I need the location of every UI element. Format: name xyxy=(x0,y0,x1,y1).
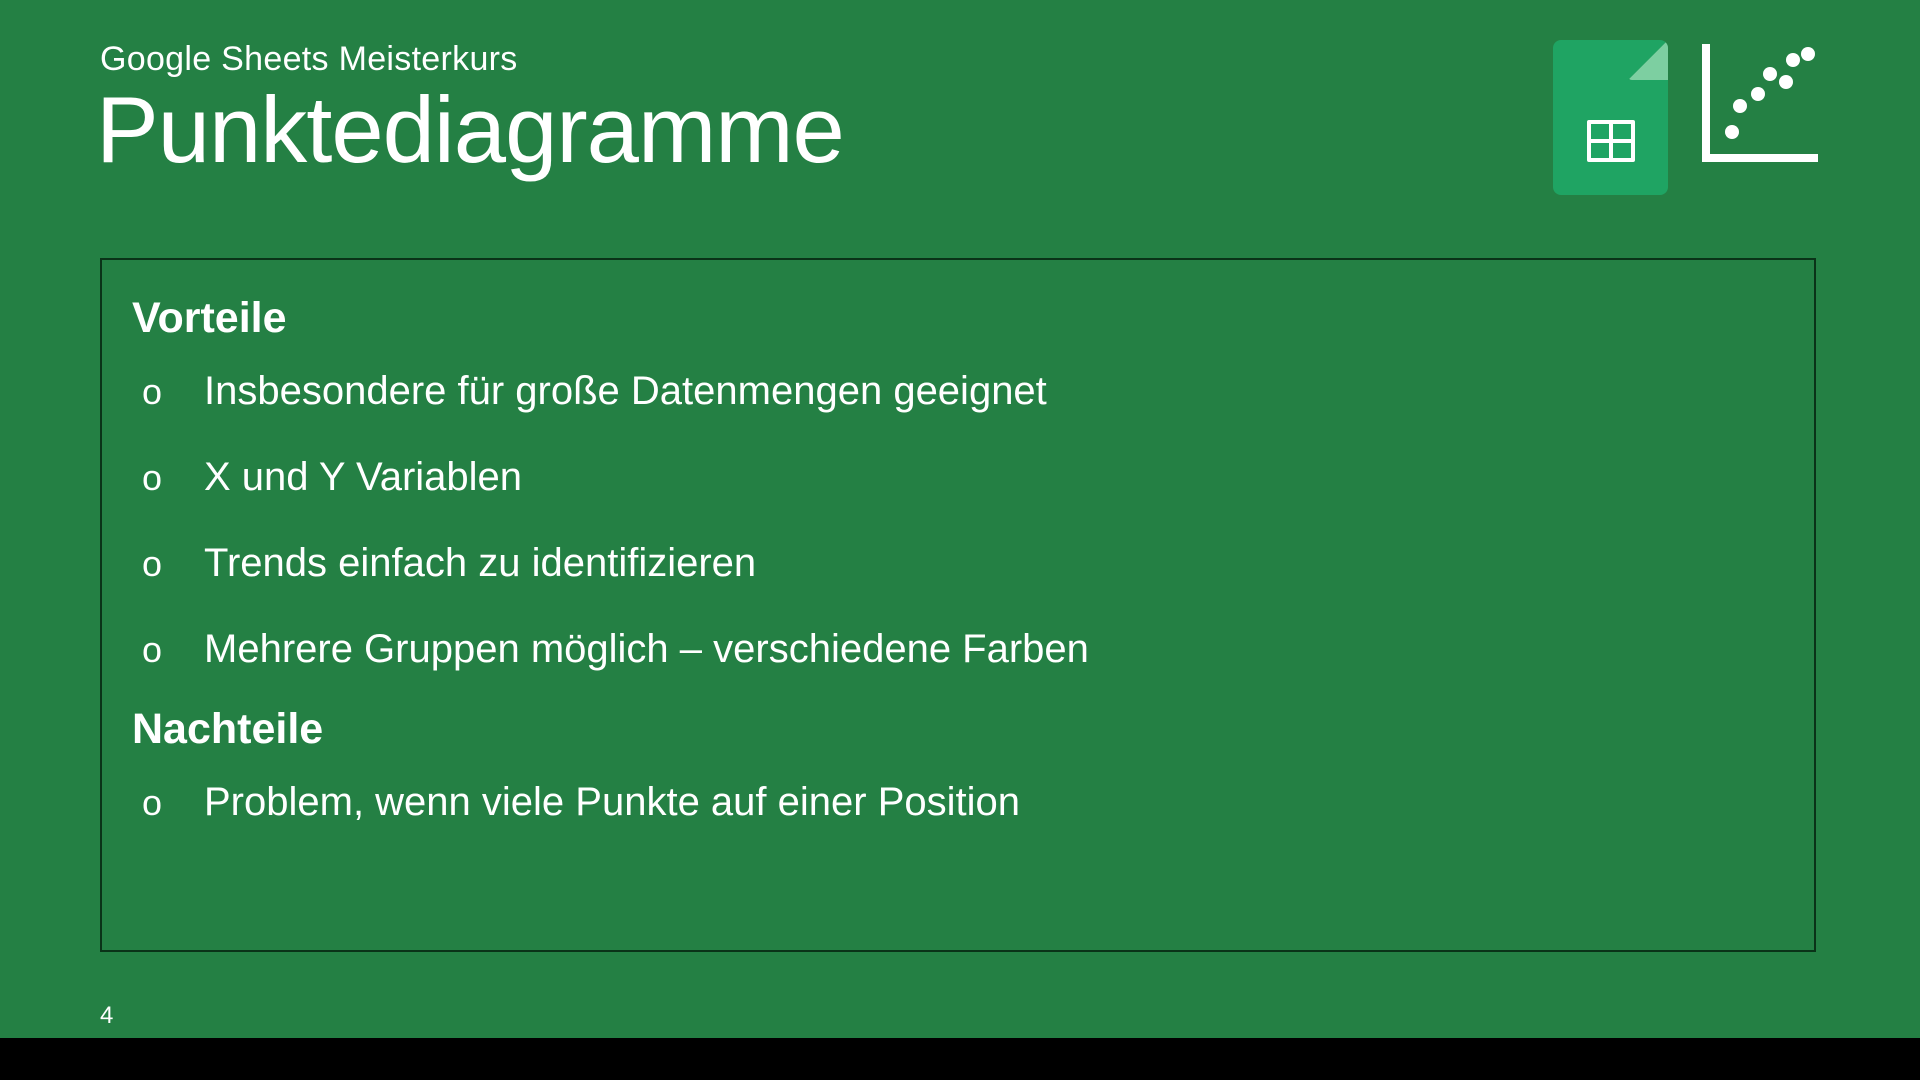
google-sheets-icon xyxy=(1553,40,1668,195)
grid-icon xyxy=(1587,120,1635,162)
content-box: Vorteile oInsbesondere für große Datenme… xyxy=(100,258,1816,952)
list-item-text: Problem, wenn viele Punkte auf einer Pos… xyxy=(204,780,1020,824)
slide-title: Punktediagramme xyxy=(96,76,844,184)
list-item: oInsbesondere für große Datenmengen geei… xyxy=(132,369,1784,413)
icon-group xyxy=(1553,40,1818,195)
list-item: oMehrere Gruppen möglich – verschiedene … xyxy=(132,627,1784,671)
bullet-marker: o xyxy=(142,372,204,412)
page-fold xyxy=(1628,40,1668,80)
bullet-marker: o xyxy=(142,458,204,498)
list-item: oTrends einfach zu identifizieren xyxy=(132,541,1784,585)
list-item: oProblem, wenn viele Punkte auf einer Po… xyxy=(132,780,1784,824)
bullet-marker: o xyxy=(142,783,204,823)
advantages-heading: Vorteile xyxy=(132,294,1784,343)
list-item-text: Insbesondere für große Datenmengen geeig… xyxy=(204,369,1047,413)
bullet-marker: o xyxy=(142,544,204,584)
advantages-list: oInsbesondere für große Datenmengen geei… xyxy=(132,369,1784,671)
file-shape xyxy=(1553,40,1668,195)
disadvantages-heading: Nachteile xyxy=(132,705,1784,754)
scatter-chart-icon xyxy=(1698,44,1818,164)
list-item-text: Trends einfach zu identifizieren xyxy=(204,541,756,585)
slide: Google Sheets Meisterkurs Punktediagramm… xyxy=(0,0,1920,1038)
bullet-marker: o xyxy=(142,630,204,670)
list-item-text: X und Y Variablen xyxy=(204,455,522,499)
list-item-text: Mehrere Gruppen möglich – verschiedene F… xyxy=(204,627,1089,671)
list-item: oX und Y Variablen xyxy=(132,455,1784,499)
slide-subtitle: Google Sheets Meisterkurs xyxy=(100,40,518,79)
disadvantages-list: oProblem, wenn viele Punkte auf einer Po… xyxy=(132,780,1784,824)
video-bottom-bar xyxy=(0,1038,1920,1080)
page-number: 4 xyxy=(100,1002,113,1030)
